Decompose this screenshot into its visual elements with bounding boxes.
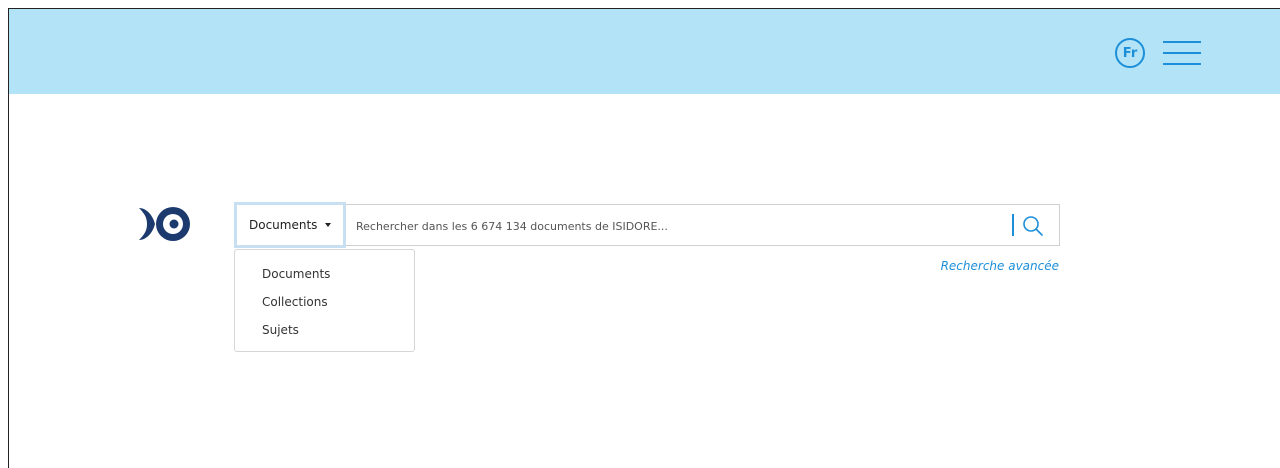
top-header-bar: Fr xyxy=(9,9,1280,94)
search-input[interactable] xyxy=(354,213,998,239)
search-divider xyxy=(1012,214,1014,236)
scope-option-documents[interactable]: Documents xyxy=(235,260,414,288)
scope-option-collections[interactable]: Collections xyxy=(235,288,414,316)
caret-down-icon xyxy=(325,223,332,227)
search-scope-label: Documents xyxy=(249,218,318,232)
fish-logo-icon xyxy=(139,207,190,241)
search-scope-dropdown-button[interactable]: Documents xyxy=(234,202,346,248)
advanced-search-link[interactable]: Recherche avancée xyxy=(889,259,1059,273)
language-button[interactable]: Fr xyxy=(1115,38,1145,68)
page: Fr Documents Recherche avancée xyxy=(8,8,1280,468)
isidore-logo[interactable] xyxy=(137,204,195,244)
scope-option-sujets[interactable]: Sujets xyxy=(235,316,414,344)
hamburger-menu-icon[interactable] xyxy=(1163,38,1201,68)
search-scope-menu: Documents Collections Sujets xyxy=(234,249,415,352)
language-label: Fr xyxy=(1122,45,1138,61)
search-icon[interactable] xyxy=(1022,215,1044,237)
search-bar: Documents xyxy=(234,202,1060,248)
